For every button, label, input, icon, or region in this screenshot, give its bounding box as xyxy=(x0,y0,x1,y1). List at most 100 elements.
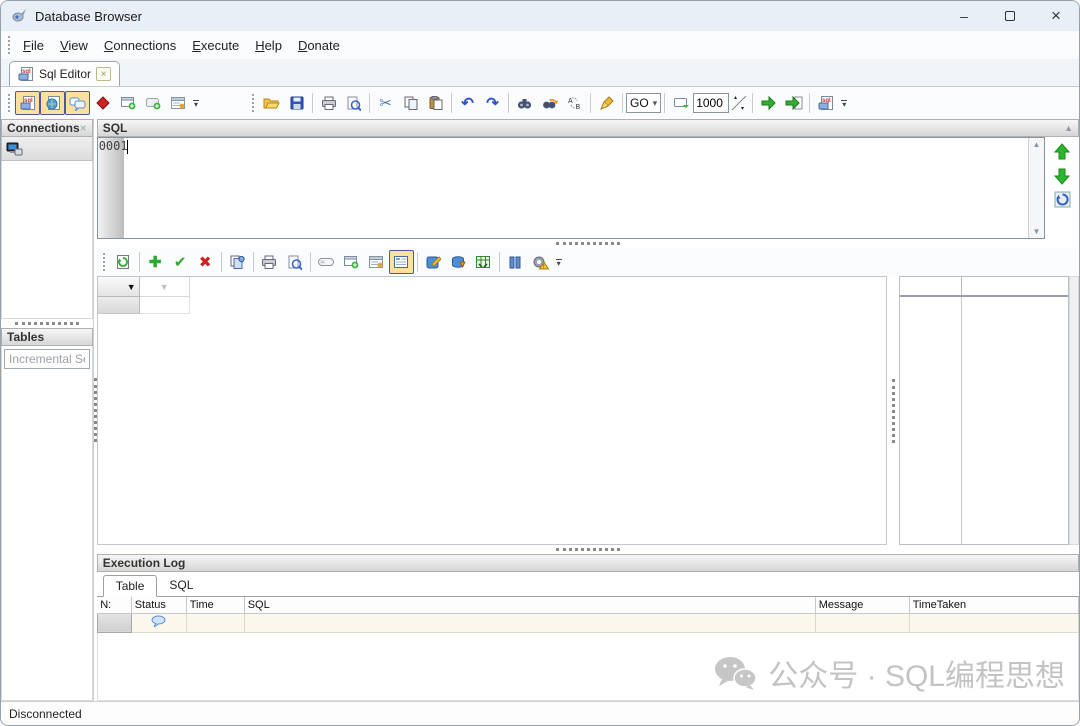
menu-help[interactable]: Help xyxy=(247,35,290,56)
paste-button[interactable] xyxy=(423,91,448,115)
sql-editor-area[interactable] xyxy=(124,138,1028,238)
toggle-messages-button[interactable] xyxy=(65,91,90,115)
toolbar-grip-2[interactable] xyxy=(250,94,255,112)
log-splitter[interactable] xyxy=(97,545,1079,554)
log-tab-table[interactable]: Table xyxy=(103,575,158,597)
find-replace-button[interactable] xyxy=(537,91,562,115)
connections-close-icon[interactable]: × xyxy=(80,121,87,135)
preview-grid-button[interactable] xyxy=(282,250,307,274)
log-col-status[interactable]: Status xyxy=(131,597,186,613)
menu-grip[interactable] xyxy=(6,36,11,54)
new-panel-button[interactable] xyxy=(140,91,165,115)
log-col-message[interactable]: Message xyxy=(815,597,909,613)
replace-ab-button[interactable]: AB xyxy=(562,91,587,115)
close-button[interactable]: × xyxy=(1033,1,1079,31)
connection-icon[interactable] xyxy=(5,141,23,157)
limit-rows-button[interactable] xyxy=(668,91,693,115)
form-view-grid-button[interactable] xyxy=(364,250,389,274)
history-up-button[interactable] xyxy=(1053,143,1071,161)
settings-warning-button[interactable]: ! xyxy=(528,250,553,274)
toggle-sql-editor-button[interactable]: sql xyxy=(15,91,40,115)
sql-editor-scrollbar[interactable]: ▲ ▼ xyxy=(1028,138,1044,238)
breakpoint-button[interactable] xyxy=(90,91,115,115)
popup-view-button[interactable] xyxy=(339,250,364,274)
result-toolbar-overflow-icon[interactable]: ▾ xyxy=(553,250,565,274)
left-splitter[interactable] xyxy=(1,319,93,328)
sql-grid-splitter[interactable] xyxy=(97,239,1079,248)
detail-scrollbar[interactable] xyxy=(1069,276,1079,545)
window-title: Database Browser xyxy=(35,9,142,24)
grid-vertical-splitter[interactable] xyxy=(887,276,899,545)
import-data-button[interactable] xyxy=(446,250,471,274)
row-limit-input[interactable] xyxy=(693,93,729,113)
row-limit-spinner[interactable] xyxy=(729,93,749,113)
copy-rows-button[interactable] xyxy=(225,250,250,274)
go-select[interactable]: GO ▾ xyxy=(626,93,661,113)
menu-view[interactable]: View xyxy=(52,35,96,56)
connections-list[interactable] xyxy=(1,161,93,319)
tab-close-icon[interactable]: × xyxy=(96,67,111,81)
menu-donate[interactable]: Donate xyxy=(290,35,348,56)
save-button[interactable] xyxy=(284,91,309,115)
toolbar-overflow-icon[interactable]: ▾ xyxy=(190,91,202,115)
open-file-button[interactable] xyxy=(259,91,284,115)
undo-button[interactable]: ↶ xyxy=(455,91,480,115)
delete-row-button[interactable]: ✖ xyxy=(193,250,218,274)
log-col-sql[interactable]: SQL xyxy=(244,597,815,613)
log-col-time[interactable]: Time xyxy=(186,597,244,613)
grid-cell[interactable] xyxy=(140,297,190,314)
grid-column-header[interactable]: ▼ xyxy=(140,277,190,297)
incremental-search-input[interactable] xyxy=(4,349,90,369)
log-row[interactable] xyxy=(97,613,1078,632)
log-col-n[interactable]: N: xyxy=(97,597,131,613)
sql-side-toolbar xyxy=(1045,137,1079,239)
print-grid-button[interactable] xyxy=(257,250,282,274)
log-time-cell xyxy=(186,613,244,632)
minimize-button[interactable]: – xyxy=(941,1,987,31)
menu-file[interactable]: File xyxy=(15,35,52,56)
clean-button[interactable] xyxy=(594,91,619,115)
menu-execute[interactable]: Execute xyxy=(184,35,247,56)
find-button[interactable] xyxy=(512,91,537,115)
refresh-grid-button[interactable] xyxy=(111,250,136,274)
maximize-button[interactable] xyxy=(987,1,1033,31)
print-preview-button[interactable] xyxy=(341,91,366,115)
add-row-button[interactable]: ✚ xyxy=(143,250,168,274)
result-grid[interactable]: ▼ ▼ xyxy=(97,276,887,545)
toolbar-grip-1[interactable] xyxy=(6,94,11,112)
commit-button[interactable]: ✔ xyxy=(168,250,193,274)
execute-script-button[interactable] xyxy=(781,91,806,115)
grid-filter-cell[interactable]: ▼ xyxy=(98,277,140,297)
edit-data-button[interactable] xyxy=(421,250,446,274)
app-window: Database Browser – × File View Connectio… xyxy=(0,0,1080,726)
execute-button[interactable] xyxy=(756,91,781,115)
toolbar-overflow-icon-2[interactable]: ▾ xyxy=(838,91,850,115)
new-window-button[interactable] xyxy=(115,91,140,115)
cut-button[interactable]: ✂ xyxy=(373,91,398,115)
tables-title: Tables xyxy=(7,330,44,344)
columns-button[interactable] xyxy=(503,250,528,274)
log-col-timetaken[interactable]: TimeTaken xyxy=(909,597,1078,613)
tables-list[interactable] xyxy=(1,372,93,701)
tab-sql-editor[interactable]: sql Sql Editor × xyxy=(9,61,120,86)
detail-table[interactable] xyxy=(899,276,1069,545)
toggle-browser-button[interactable] xyxy=(40,91,65,115)
copy-button[interactable] xyxy=(398,91,423,115)
collapse-panel-icon[interactable]: ▲ xyxy=(1064,123,1073,133)
maximize-icon xyxy=(1005,11,1015,21)
grid-row-selector[interactable] xyxy=(98,297,140,314)
cell-view-button[interactable] xyxy=(314,250,339,274)
menu-connections[interactable]: Connections xyxy=(96,35,184,56)
export-data-button[interactable] xyxy=(471,250,496,274)
refresh-button[interactable] xyxy=(1054,191,1071,208)
form-view-button[interactable] xyxy=(165,91,190,115)
log-tab-sql[interactable]: SQL xyxy=(157,574,205,596)
print-button[interactable] xyxy=(316,91,341,115)
sql-script-button[interactable]: sql xyxy=(813,91,838,115)
redo-button[interactable]: ↷ xyxy=(480,91,505,115)
log-row-selector[interactable] xyxy=(97,613,131,632)
history-down-button[interactable] xyxy=(1053,167,1071,185)
record-view-button[interactable] xyxy=(389,250,414,274)
result-toolbar-grip[interactable] xyxy=(102,253,107,271)
detail-column-header-1[interactable] xyxy=(900,277,962,295)
